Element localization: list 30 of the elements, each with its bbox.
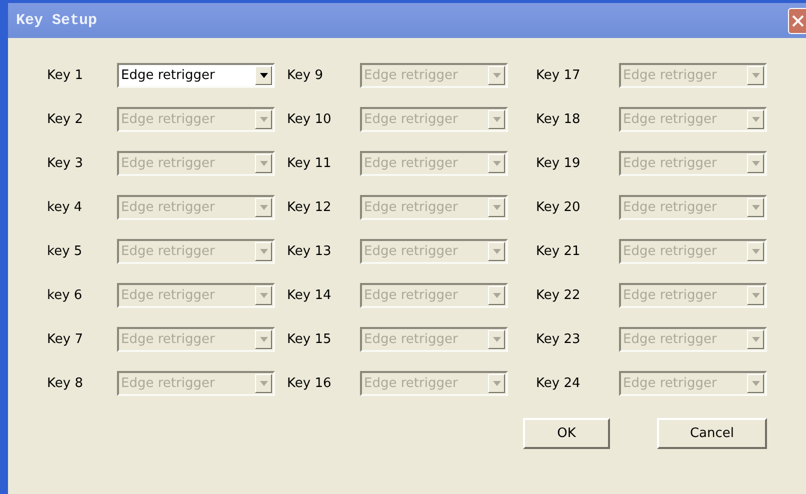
key-label: Key 24 — [535, 376, 580, 391]
key-label: Key 12 — [286, 200, 332, 215]
key-label: Key 7 — [47, 332, 83, 347]
cancel-button[interactable]: Cancel — [657, 418, 767, 449]
key-label: Key 22 — [535, 288, 580, 303]
key-label: Key 17 — [535, 68, 580, 83]
key-label: Key 9 — [286, 68, 323, 83]
key-label: key 5 — [47, 244, 82, 259]
key-label: Key 11 — [286, 156, 332, 171]
key-label: Key 19 — [535, 156, 580, 171]
key-label: Key 13 — [286, 244, 332, 259]
key-label: Key 20 — [535, 200, 580, 215]
key-label: Key 14 — [286, 288, 332, 303]
key-label: Key 21 — [535, 244, 580, 259]
key-label: Key 1 — [47, 68, 83, 83]
ok-button[interactable]: OK — [523, 418, 610, 449]
key-label: Key 16 — [286, 376, 332, 391]
key-label: Key 15 — [286, 332, 332, 347]
key-label: Key 8 — [47, 376, 83, 391]
key-label: key 6 — [47, 288, 82, 303]
key-label: Key 10 — [286, 112, 332, 127]
key-label: Key 18 — [535, 112, 580, 127]
close-icon — [792, 14, 804, 26]
key-label: Key 3 — [47, 156, 83, 171]
key-label: Key 2 — [47, 112, 83, 127]
key-label: Key 23 — [535, 332, 580, 347]
key-label: key 4 — [47, 200, 82, 215]
mode-dropdown[interactable]: Edge retrigger — [117, 63, 275, 88]
window-title: Key Setup — [16, 12, 98, 29]
close-button[interactable] — [788, 8, 806, 34]
